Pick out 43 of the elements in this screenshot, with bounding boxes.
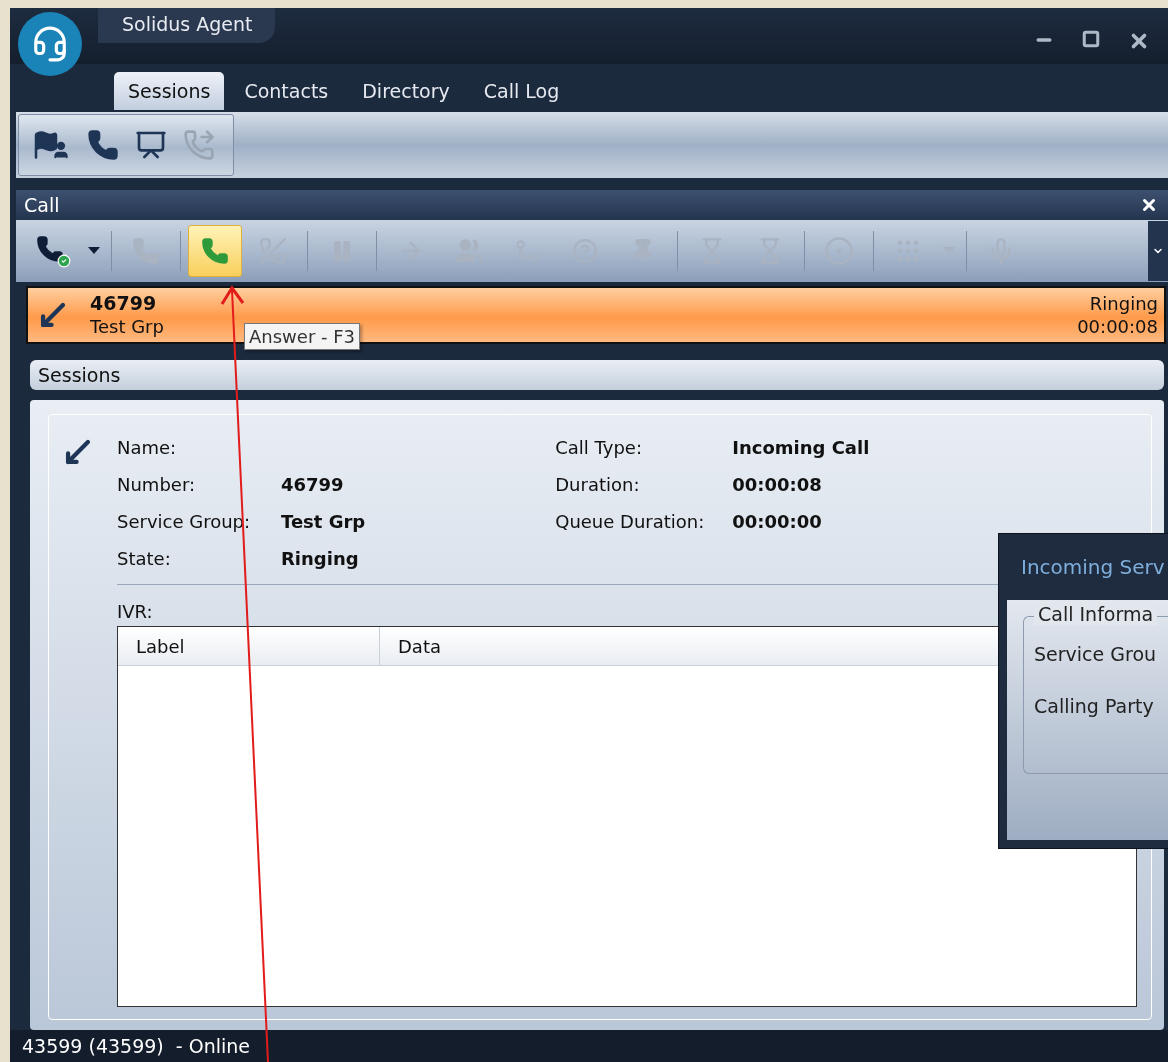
detail-value: 00:00:08 <box>732 473 823 497</box>
people-icon <box>455 237 483 265</box>
detail-label: Queue Duration: <box>555 510 706 534</box>
tab[interactable]: Sessions <box>114 72 225 110</box>
tab[interactable]: Contacts <box>230 72 343 110</box>
merge-icon <box>514 238 540 264</box>
field-label: Calling Party <box>1034 695 1155 717</box>
help-icon <box>572 238 598 264</box>
toolbar-overflow-button[interactable] <box>1148 221 1168 281</box>
record-icon <box>824 236 854 266</box>
detail-label: Duration: <box>555 473 641 497</box>
maximize-icon[interactable] <box>1082 30 1100 48</box>
tab[interactable]: Call Log <box>469 72 574 110</box>
detail-value: Test Grp <box>281 510 366 534</box>
detail-label: Call Type: <box>555 436 643 460</box>
panel-title: Call <box>24 194 60 216</box>
group-title: Call Informa <box>1034 603 1158 625</box>
detail-label: Number: <box>117 473 197 497</box>
detail-label: Name: <box>117 436 178 460</box>
dialog-title: Incoming Serv <box>1020 554 1166 581</box>
tab[interactable]: Directory <box>348 72 464 110</box>
close-icon[interactable] <box>1140 196 1158 214</box>
status-text: 43599 (43599) - Online <box>22 1035 250 1057</box>
detail-value: 46799 <box>281 473 345 497</box>
ivr-label: IVR: <box>117 601 153 622</box>
answer-phone-icon <box>201 237 229 265</box>
column-header[interactable]: Label <box>118 627 380 665</box>
dropdown-arrow-icon <box>88 247 100 255</box>
status-phone-icon <box>35 234 71 268</box>
section-title: Sessions <box>38 364 121 386</box>
phone-icon <box>132 237 160 265</box>
detail-value: 00:00:00 <box>732 510 823 534</box>
detail-label: State: <box>117 547 172 571</box>
hang-up-icon <box>259 237 287 265</box>
call-number: 46799 <box>90 292 158 315</box>
call-state: Ringing <box>1089 292 1158 315</box>
call-group: Test Grp <box>90 315 164 338</box>
detail-value: Incoming Call <box>732 436 870 460</box>
detail-value: Ringing <box>281 547 360 571</box>
call-duration: 00:00:08 <box>1077 315 1158 338</box>
phone-icon[interactable] <box>87 129 119 161</box>
tooltip: Answer - F3 <box>244 323 361 350</box>
window-title: Solidus Agent <box>98 8 275 43</box>
